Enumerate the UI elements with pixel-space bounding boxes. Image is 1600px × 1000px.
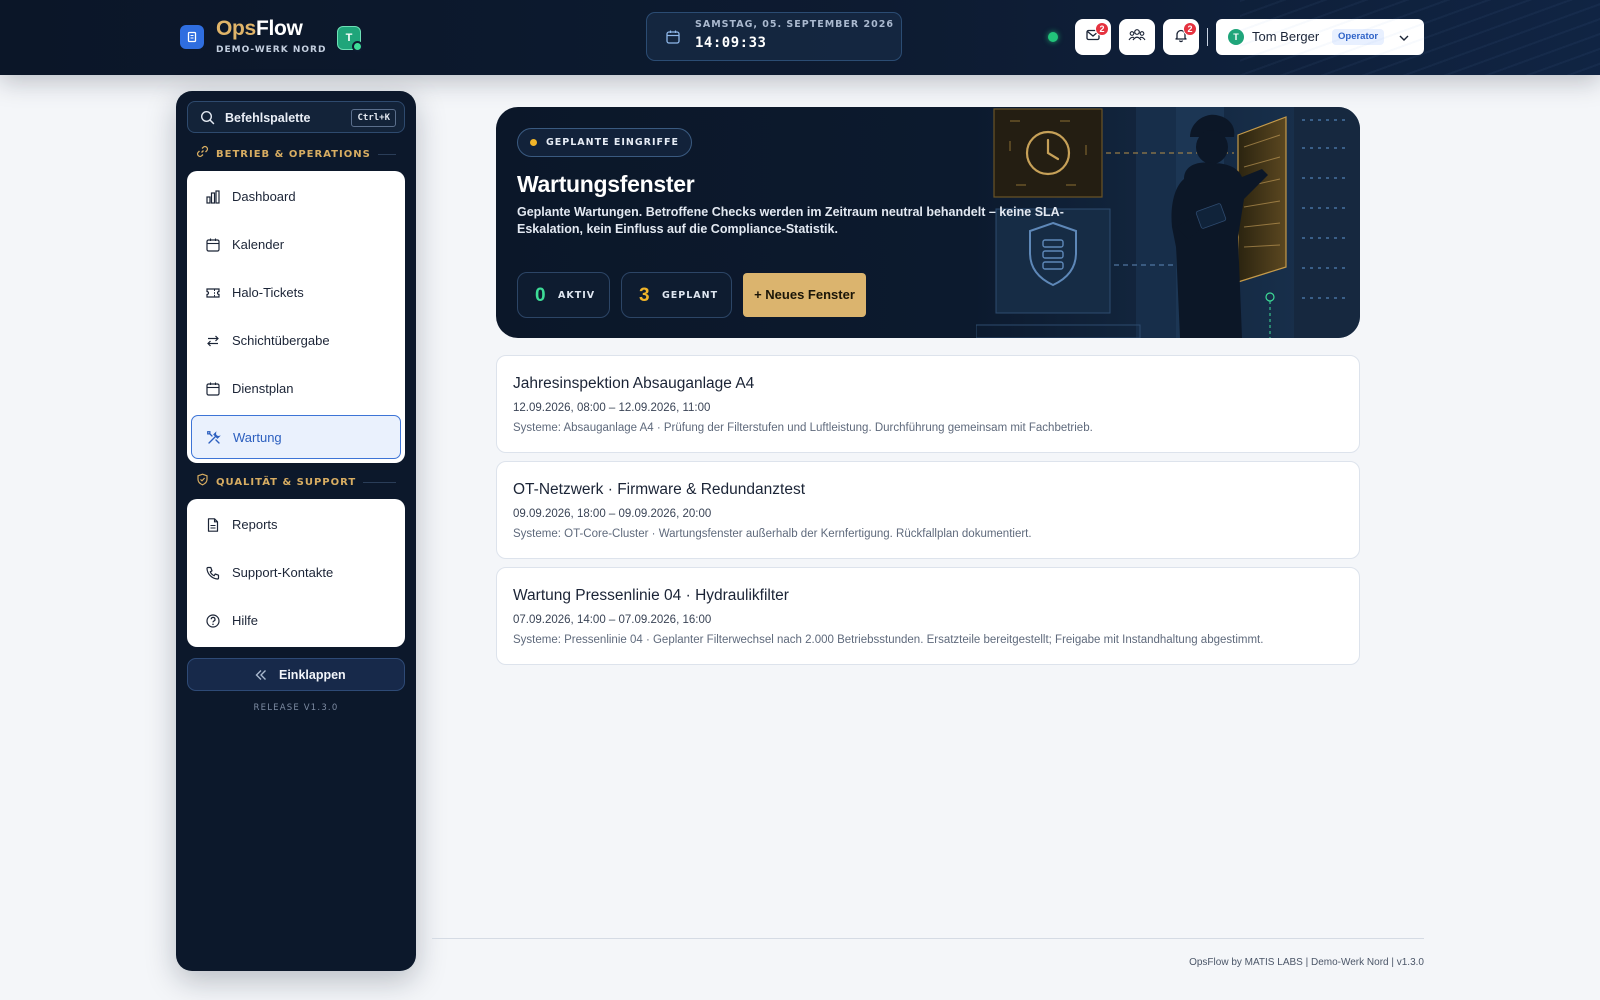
calendar-icon	[205, 237, 221, 253]
sidebar-item-shift-handover[interactable]: Schichtübergabe	[191, 319, 401, 363]
planned-interventions-pill: GEPLANTE EINGRIFFE	[517, 128, 692, 157]
maintenance-card[interactable]: Wartung Pressenlinie 04 · Hydraulikfilte…	[496, 567, 1360, 665]
sidebar-item-label: Halo-Tickets	[232, 285, 304, 300]
sidebar-item-support-contacts[interactable]: Support-Kontakte	[191, 551, 401, 595]
divider	[1207, 28, 1208, 46]
tenant-switcher[interactable]: T	[337, 26, 363, 52]
current-date: SAMSTAG, 05. SEPTEMBER 2026	[695, 19, 894, 30]
team-icon	[1128, 27, 1146, 48]
collapse-sidebar-button[interactable]: Einklappen	[187, 658, 405, 691]
sidebar-item-halo-tickets[interactable]: Halo-Tickets	[191, 271, 401, 315]
sidebar-item-help[interactable]: Hilfe	[191, 599, 401, 643]
page-title: Wartungsfenster	[517, 171, 695, 197]
date-time-display: SAMSTAG, 05. SEPTEMBER 2026 14:09:33	[646, 12, 902, 61]
page-description: Geplante Wartungen. Betroffene Checks we…	[517, 205, 1064, 236]
active-label: AKTIV	[558, 290, 596, 301]
footer-text: OpsFlow by MATIS LABS | Demo-Werk Nord |…	[1189, 957, 1424, 968]
notifications-badge: 2	[1183, 22, 1197, 36]
maintenance-timeframe: 09.09.2026, 18:00 – 09.09.2026, 20:00	[513, 508, 712, 520]
divider	[377, 153, 396, 155]
team-button[interactable]	[1119, 19, 1155, 55]
section-title-operations: BETRIEB & OPERATIONS	[196, 145, 396, 163]
maintenance-details: Systeme: Pressenlinie 04 · Geplanter Fil…	[513, 634, 1264, 646]
command-palette-label: Befehlspalette	[225, 111, 311, 125]
maintenance-title: Jahresinspektion Absauganlage A4	[513, 375, 755, 392]
maintenance-details: Systeme: Absauganlage A4 · Prüfung der F…	[513, 422, 1093, 434]
search-icon	[200, 110, 215, 130]
sidebar-item-label: Hilfe	[232, 613, 259, 628]
divider	[363, 481, 396, 483]
ticket-icon	[205, 285, 221, 301]
avatar: T	[1228, 29, 1244, 45]
swap-icon	[205, 333, 221, 349]
maintenance-timeframe: 07.09.2026, 14:00 – 07.09.2026, 16:00	[513, 614, 712, 626]
calendar-icon	[665, 29, 681, 50]
maintenance-card[interactable]: OT-Netzwerk · Firmware & Redundanztest 0…	[496, 461, 1360, 559]
current-time: 14:09:33	[695, 35, 767, 51]
sidebar-item-label: Dienstplan	[232, 381, 294, 396]
user-role-badge: Operator	[1332, 29, 1385, 45]
sidebar-item-label: Support-Kontakte	[232, 565, 334, 580]
keyboard-shortcut: Ctrl+K	[351, 109, 396, 127]
section-title-text: QUALITÄT & SUPPORT	[216, 476, 357, 488]
document-icon	[205, 517, 221, 533]
sidebar-item-duty-roster[interactable]: Dienstplan	[191, 367, 401, 411]
planned-count: 3	[639, 285, 650, 306]
chevrons-left-icon	[254, 668, 268, 687]
maintenance-hero-banner: GEPLANTE EINGRIFFE Wartungsfenster Gepla…	[496, 107, 1360, 338]
new-window-button[interactable]: + Neues Fenster	[743, 273, 866, 317]
maintenance-timeframe: 12.09.2026, 08:00 – 12.09.2026, 11:00	[513, 402, 711, 414]
dashboard-icon	[205, 189, 221, 205]
command-palette-button[interactable]: Befehlspalette Ctrl+K	[187, 101, 405, 133]
sidebar-item-maintenance[interactable]: Wartung	[191, 415, 401, 459]
sidebar-item-label: Dashboard	[232, 189, 296, 204]
chevron-down-icon	[1398, 31, 1410, 49]
messages-button[interactable]: 2	[1075, 19, 1111, 55]
sidebar-item-reports[interactable]: Reports	[191, 503, 401, 547]
active-count: 0	[535, 285, 546, 306]
maintenance-details: Systeme: OT-Core-Cluster · Wartungsfenst…	[513, 528, 1032, 540]
tools-icon	[206, 430, 222, 446]
sidebar-item-calendar[interactable]: Kalender	[191, 223, 401, 267]
planned-count-stat: 3 GEPLANT	[621, 272, 732, 318]
help-icon	[205, 613, 221, 629]
footer-divider	[432, 938, 1424, 939]
maintenance-title: Wartung Pressenlinie 04 · Hydraulikfilte…	[513, 587, 789, 604]
sidebar-item-label: Schichtübergabe	[232, 333, 330, 348]
user-menu[interactable]: T Tom Berger Operator	[1216, 19, 1424, 55]
sidebar: Befehlspalette Ctrl+K BETRIEB & OPERATIO…	[176, 91, 416, 971]
site-name: DEMO-WERK NORD	[216, 45, 327, 55]
planned-label: GEPLANT	[662, 290, 719, 301]
top-bar: OpsFlow DEMO-WERK NORD T SAMSTAG, 05. SE…	[0, 0, 1600, 75]
maintenance-title: OT-Netzwerk · Firmware & Redundanztest	[513, 481, 806, 498]
calendar-icon	[205, 381, 221, 397]
sidebar-item-label: Reports	[232, 517, 278, 532]
section-title-text: BETRIEB & OPERATIONS	[216, 148, 371, 160]
online-status-indicator	[1048, 32, 1058, 42]
sidebar-item-label: Wartung	[233, 430, 282, 445]
messages-badge: 2	[1095, 22, 1109, 36]
release-version: RELEASE V1.3.0	[253, 703, 339, 713]
brand-name-part2: Flow	[255, 17, 303, 40]
phone-icon	[205, 565, 221, 581]
brand-name-part1: Ops	[216, 17, 256, 40]
section-title-quality: QUALITÄT & SUPPORT	[196, 473, 396, 491]
user-name: Tom Berger	[1252, 29, 1320, 44]
sidebar-item-dashboard[interactable]: Dashboard	[191, 175, 401, 219]
nav-group-quality: Reports Support-Kontakte Hilfe	[187, 499, 405, 647]
maintenance-card[interactable]: Jahresinspektion Absauganlage A4 12.09.2…	[496, 355, 1360, 453]
notifications-button[interactable]: 2	[1163, 19, 1199, 55]
nav-group-operations: Dashboard Kalender Halo-Tickets Schichtü…	[187, 171, 405, 463]
active-count-stat: 0 AKTIV	[517, 272, 610, 318]
sidebar-item-label: Kalender	[232, 237, 285, 252]
shield-check-icon	[196, 473, 209, 491]
link-icon	[196, 145, 209, 163]
collapse-sidebar-label: Einklappen	[279, 668, 346, 682]
brand-name[interactable]: OpsFlow	[216, 17, 303, 41]
logo-icon[interactable]	[180, 25, 204, 49]
